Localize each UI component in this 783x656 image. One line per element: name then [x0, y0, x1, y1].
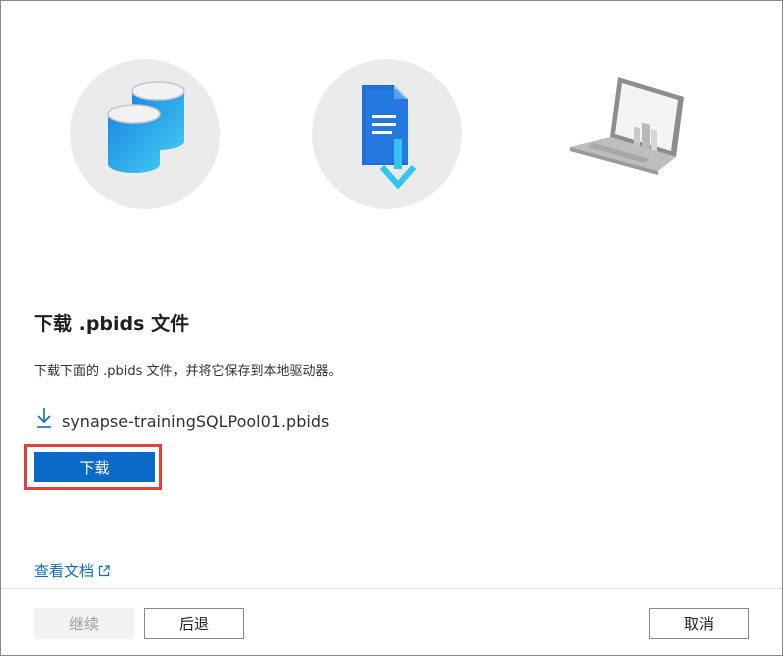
view-docs-link[interactable]: 查看文档 [34, 560, 110, 581]
footer-divider [1, 588, 782, 589]
laptop-icon [570, 77, 684, 175]
continue-button[interactable]: 继续 [34, 608, 134, 639]
database-illustration [70, 59, 220, 209]
cancel-button[interactable]: 取消 [649, 608, 749, 639]
database-icon [107, 81, 185, 173]
external-link-icon [98, 565, 110, 577]
back-button[interactable]: 后退 [144, 608, 244, 639]
file-download-illustration [312, 59, 462, 209]
file-download-icon [362, 85, 417, 190]
download-arrow-icon[interactable] [36, 407, 52, 429]
download-pbids-dialog: 下载 .pbids 文件 下载下面的 .pbids 文件，并将它保存到本地驱动器… [0, 0, 783, 656]
laptop-illustration [554, 59, 704, 209]
dialog-description: 下载下面的 .pbids 文件，并将它保存到本地驱动器。 [34, 364, 342, 379]
view-docs-label: 查看文档 [34, 562, 95, 580]
download-button[interactable]: 下载 [34, 452, 155, 482]
dialog-heading: 下载 .pbids 文件 [34, 313, 190, 335]
file-name: synapse-trainingSQLPool01.pbids [62, 412, 330, 431]
